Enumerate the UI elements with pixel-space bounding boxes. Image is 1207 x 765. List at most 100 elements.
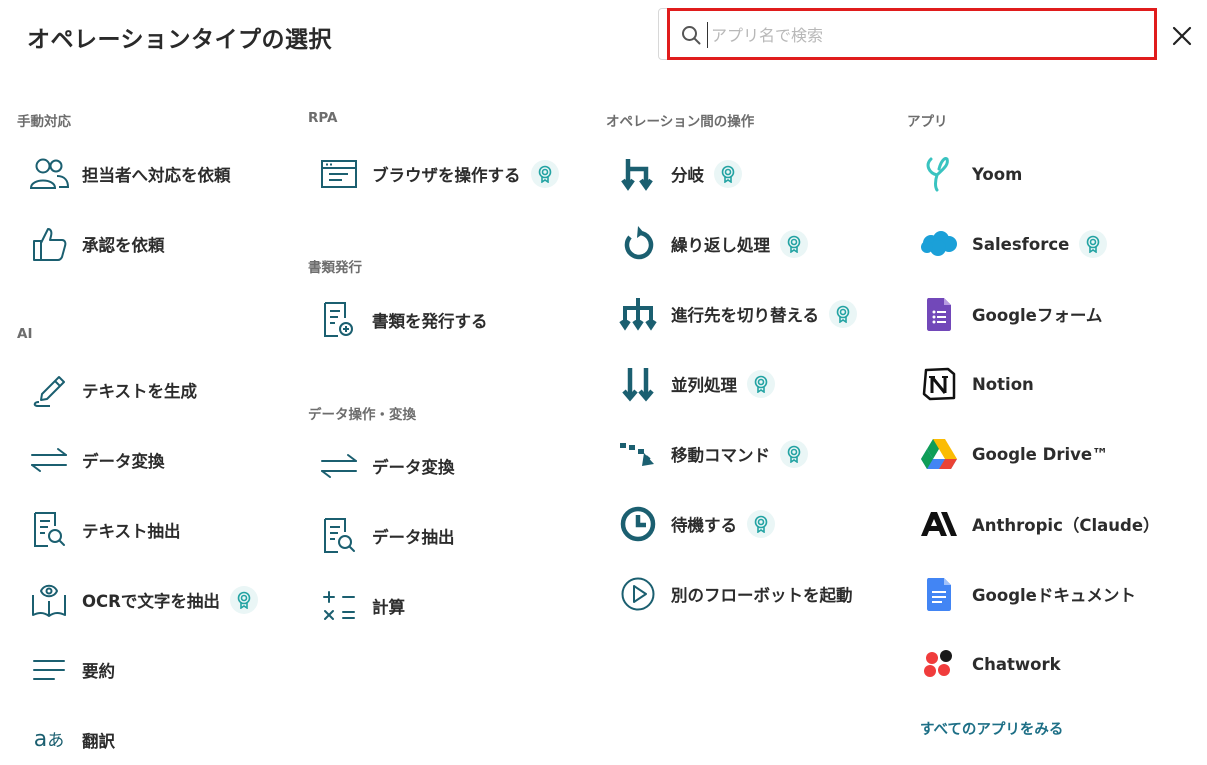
section-label-docs: 書類発行 bbox=[308, 260, 362, 276]
app-item-yoom[interactable]: Yoom bbox=[918, 152, 1022, 196]
item-label: Anthropic（Claude） bbox=[972, 516, 1160, 535]
arrows-exchange-icon bbox=[318, 445, 360, 487]
search-input[interactable] bbox=[707, 22, 1141, 48]
premium-badge-icon bbox=[1079, 230, 1108, 258]
item-ocr[interactable]: OCRで文字を抽出 bbox=[28, 578, 258, 622]
item-label: 要約 bbox=[82, 662, 115, 681]
section-label-rpa: RPA bbox=[308, 110, 338, 126]
item-request-assignee[interactable]: 担当者へ対応を依頼 bbox=[28, 152, 231, 196]
arrows-exchange-icon bbox=[28, 439, 70, 481]
branch-icon bbox=[617, 153, 659, 195]
item-label: 翻訳 bbox=[82, 732, 115, 751]
anthropic-logo-icon bbox=[918, 503, 960, 545]
google-docs-logo-icon bbox=[918, 573, 960, 615]
parallel-icon bbox=[617, 363, 659, 405]
item-wait[interactable]: 待機する bbox=[617, 502, 775, 546]
browser-icon bbox=[318, 153, 360, 195]
item-label: 計算 bbox=[372, 598, 405, 617]
app-item-notion[interactable]: Notion bbox=[918, 362, 1034, 406]
section-label-apps: アプリ bbox=[907, 114, 948, 130]
book-eye-icon bbox=[28, 579, 70, 621]
item-label: ブラウザを操作する bbox=[372, 166, 521, 185]
item-label: 担当者へ対応を依頼 bbox=[82, 166, 231, 185]
item-label: 移動コマンド bbox=[671, 446, 770, 465]
item-calculate[interactable]: 計算 bbox=[318, 584, 405, 628]
item-data-convert[interactable]: データ変換 bbox=[318, 444, 455, 488]
app-item-salesforce[interactable]: Salesforce bbox=[918, 222, 1108, 266]
section-label-manual: 手動対応 bbox=[17, 114, 71, 130]
premium-badge-icon bbox=[780, 440, 808, 468]
salesforce-logo-icon bbox=[918, 223, 960, 265]
premium-badge-icon bbox=[780, 230, 808, 258]
close-icon[interactable] bbox=[1170, 24, 1194, 48]
premium-badge-icon bbox=[530, 160, 559, 188]
play-circle-icon bbox=[617, 573, 659, 615]
item-label: Yoom bbox=[972, 164, 1023, 184]
item-label: 書類を発行する bbox=[372, 312, 488, 331]
chatwork-logo-icon bbox=[918, 643, 960, 685]
calculator-symbols-icon bbox=[318, 585, 360, 627]
item-summarize[interactable]: 要約 bbox=[28, 648, 115, 692]
app-item-google-drive[interactable]: Google Drive™ bbox=[918, 432, 1109, 476]
clock-icon bbox=[617, 503, 659, 545]
item-label: 繰り返し処理 bbox=[671, 236, 770, 255]
item-data-extract[interactable]: データ抽出 bbox=[318, 514, 455, 558]
item-label: 並列処理 bbox=[671, 376, 737, 395]
document-search-icon bbox=[28, 509, 70, 551]
item-browser-operate[interactable]: ブラウザを操作する bbox=[318, 152, 559, 196]
yoom-logo-icon bbox=[918, 153, 960, 195]
section-label-flow-ops: オペレーション間の操作 bbox=[606, 114, 755, 130]
item-label: データ変換 bbox=[82, 452, 165, 471]
item-parallel[interactable]: 並列処理 bbox=[617, 362, 775, 406]
item-ai-data-convert[interactable]: データ変換 bbox=[28, 438, 165, 482]
document-add-icon bbox=[318, 299, 360, 341]
item-text-extract[interactable]: テキスト抽出 bbox=[28, 508, 181, 552]
item-label: Salesforce bbox=[972, 234, 1070, 254]
item-label: テキストを生成 bbox=[82, 382, 198, 401]
item-label: テキスト抽出 bbox=[82, 522, 181, 541]
app-item-chatwork[interactable]: Chatwork bbox=[918, 642, 1061, 686]
item-branch[interactable]: 分岐 bbox=[617, 152, 742, 196]
app-item-google-forms[interactable]: Googleフォーム bbox=[918, 292, 1102, 336]
document-search-icon bbox=[318, 515, 360, 557]
loop-icon bbox=[617, 223, 659, 265]
item-move-command[interactable]: 移動コマンド bbox=[617, 432, 808, 476]
google-forms-logo-icon bbox=[918, 293, 960, 335]
lines-icon bbox=[28, 649, 70, 691]
switch-route-icon bbox=[617, 293, 659, 335]
premium-badge-icon bbox=[829, 300, 858, 328]
item-translate[interactable]: aあ 翻訳 bbox=[28, 718, 115, 762]
item-switch-route[interactable]: 進行先を切り替える bbox=[617, 292, 858, 336]
app-item-anthropic[interactable]: Anthropic（Claude） bbox=[918, 502, 1160, 546]
notion-logo-icon bbox=[918, 363, 960, 405]
app-item-google-docs[interactable]: Googleドキュメント bbox=[918, 572, 1136, 616]
item-label: 進行先を切り替える bbox=[671, 306, 820, 325]
google-drive-logo-icon bbox=[918, 433, 960, 475]
item-request-approval[interactable]: 承認を依頼 bbox=[28, 222, 165, 266]
thumbs-up-icon bbox=[28, 223, 70, 265]
people-icon bbox=[28, 153, 70, 195]
item-label: データ抽出 bbox=[372, 528, 455, 547]
item-label: Googleフォーム bbox=[972, 306, 1103, 325]
item-label: Googleドキュメント bbox=[972, 586, 1136, 605]
section-label-data-ops: データ操作・変換 bbox=[308, 407, 416, 423]
translate-icon: aあ bbox=[33, 727, 65, 752]
item-launch-flowbot[interactable]: 別のフローボットを起動 bbox=[617, 572, 853, 616]
premium-badge-icon bbox=[714, 160, 742, 188]
page-title: オペレーションタイプの選択 bbox=[27, 27, 333, 53]
item-label: 分岐 bbox=[671, 166, 704, 185]
item-label: Google Drive™ bbox=[972, 444, 1109, 464]
item-issue-document[interactable]: 書類を発行する bbox=[318, 298, 488, 342]
premium-badge-icon bbox=[747, 370, 775, 398]
section-label-ai: AI bbox=[17, 326, 33, 342]
item-loop[interactable]: 繰り返し処理 bbox=[617, 222, 808, 266]
item-label: 待機する bbox=[671, 516, 737, 535]
view-all-apps-link[interactable]: すべてのアプリをみる bbox=[920, 718, 1063, 739]
item-label: Chatwork bbox=[972, 654, 1061, 674]
premium-badge-icon bbox=[747, 510, 775, 538]
item-generate-text[interactable]: テキストを生成 bbox=[28, 368, 197, 412]
premium-badge-icon bbox=[229, 586, 258, 614]
item-label: Notion bbox=[972, 374, 1034, 394]
item-label: 別のフローボットを起動 bbox=[671, 586, 853, 605]
move-icon bbox=[617, 433, 659, 475]
